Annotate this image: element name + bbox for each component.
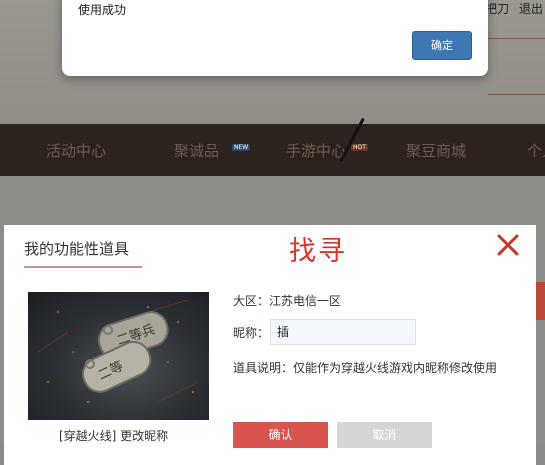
item-dialog: 我的功能性道具 找寻 二等兵 二等 [穿越火线] 更改昵称 大区：江苏电信一区 … <box>4 225 536 465</box>
alert-message: 使用成功 <box>78 3 127 17</box>
confirm-button[interactable]: 确认 <box>233 422 328 448</box>
header-divider <box>488 94 545 95</box>
new-badge: NEW <box>232 144 251 151</box>
region-row: 大区：江苏电信一区 <box>233 292 341 309</box>
nav-item-personal[interactable]: 个人 <box>527 140 545 161</box>
top-links: 把刀 退出 <box>479 0 543 17</box>
nav-item-products[interactable]: 聚诚品 <box>174 140 219 161</box>
main-nav-bar: 活动中心 聚诚品 NEW 手游中心 HOT 聚豆商城 个人 <box>0 124 545 176</box>
item-name: [穿越火线] 更改昵称 <box>59 429 169 443</box>
item-description: 道具说明：仅能作为穿越火线游戏内昵称修改使用 <box>233 361 498 375</box>
top-link-user[interactable]: 把刀 <box>485 2 509 16</box>
nickname-input[interactable]: 插 <box>270 319 416 345</box>
region-value: 江苏电信一区 <box>269 294 342 308</box>
page-side-element <box>536 282 545 320</box>
nav-item-mobile-games[interactable]: 手游中心 <box>286 140 346 161</box>
top-link-logout[interactable]: 退出 <box>519 2 543 16</box>
title-underline <box>24 266 142 268</box>
dialog-title: 我的功能性道具 <box>24 240 130 258</box>
nav-item-activity-center[interactable]: 活动中心 <box>46 140 106 161</box>
close-icon[interactable] <box>496 233 520 257</box>
header-divider <box>488 38 545 39</box>
hot-badge: HOT <box>351 144 368 151</box>
cancel-button[interactable]: 取消 <box>337 422 432 448</box>
dog-tag-item-image: 二等兵 二等 <box>28 292 209 420</box>
dialog-heading: 找寻 <box>289 236 347 267</box>
region-label: 大区： <box>233 294 270 308</box>
alert-ok-button[interactable]: 确定 <box>412 31 472 60</box>
alert-dialog: 使用成功 确定 <box>62 0 488 76</box>
nav-item-bean-mall[interactable]: 聚豆商城 <box>406 140 466 161</box>
nickname-label: 昵称： <box>233 326 270 340</box>
